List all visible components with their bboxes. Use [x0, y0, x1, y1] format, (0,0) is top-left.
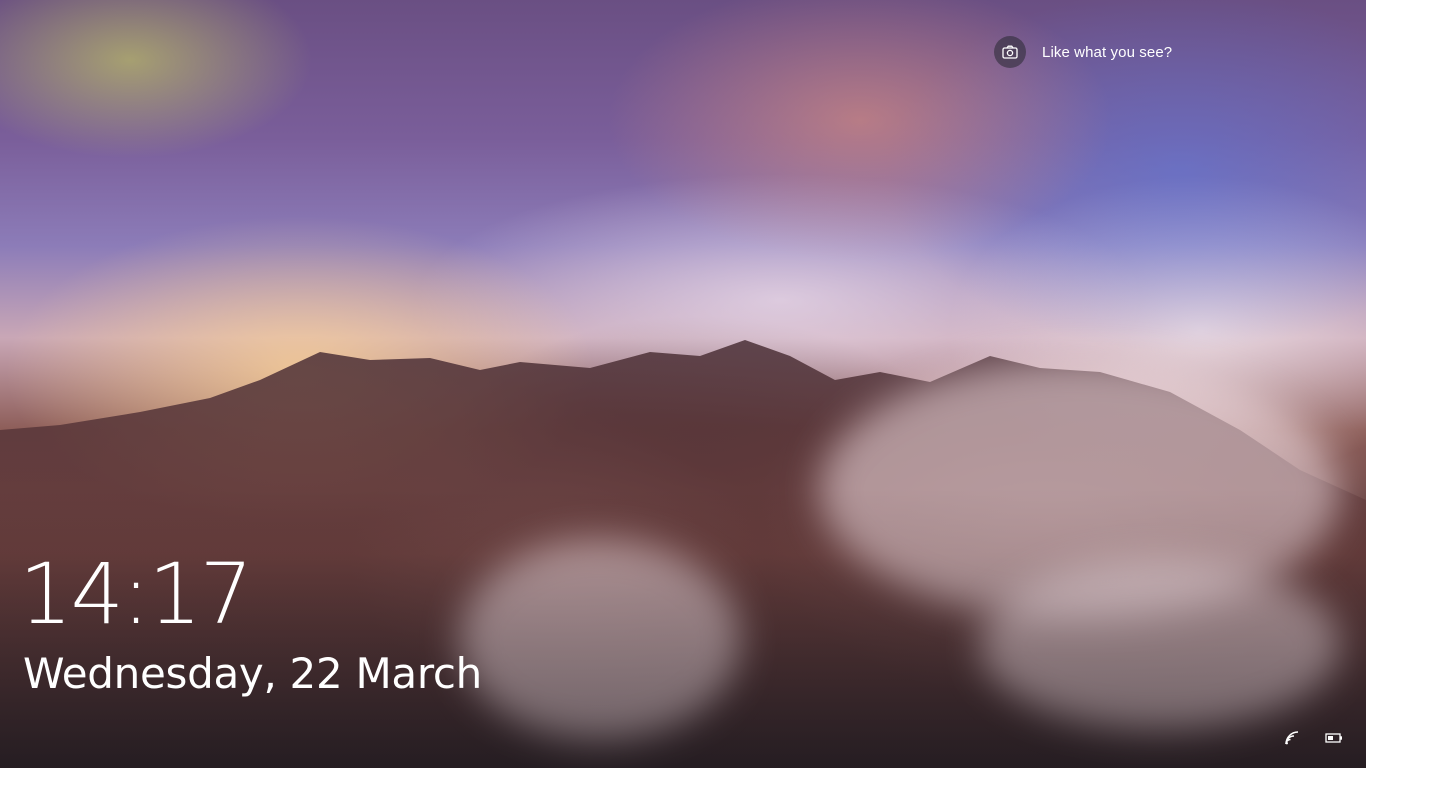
system-tray — [1280, 728, 1350, 748]
wifi-signal-icon[interactable] — [1282, 728, 1302, 748]
spotlight-feedback-button[interactable]: Like what you see? — [994, 36, 1172, 68]
battery-icon[interactable] — [1324, 728, 1344, 748]
clock-date: Wednesday, 22 March — [23, 649, 482, 698]
spotlight-label: Like what you see? — [1042, 43, 1173, 61]
clock-time: 14:17 — [19, 545, 253, 643]
lock-screen[interactable]: Like what you see? 14:17 Wednesday, 22 M… — [0, 0, 1366, 768]
camera-icon — [994, 36, 1026, 68]
